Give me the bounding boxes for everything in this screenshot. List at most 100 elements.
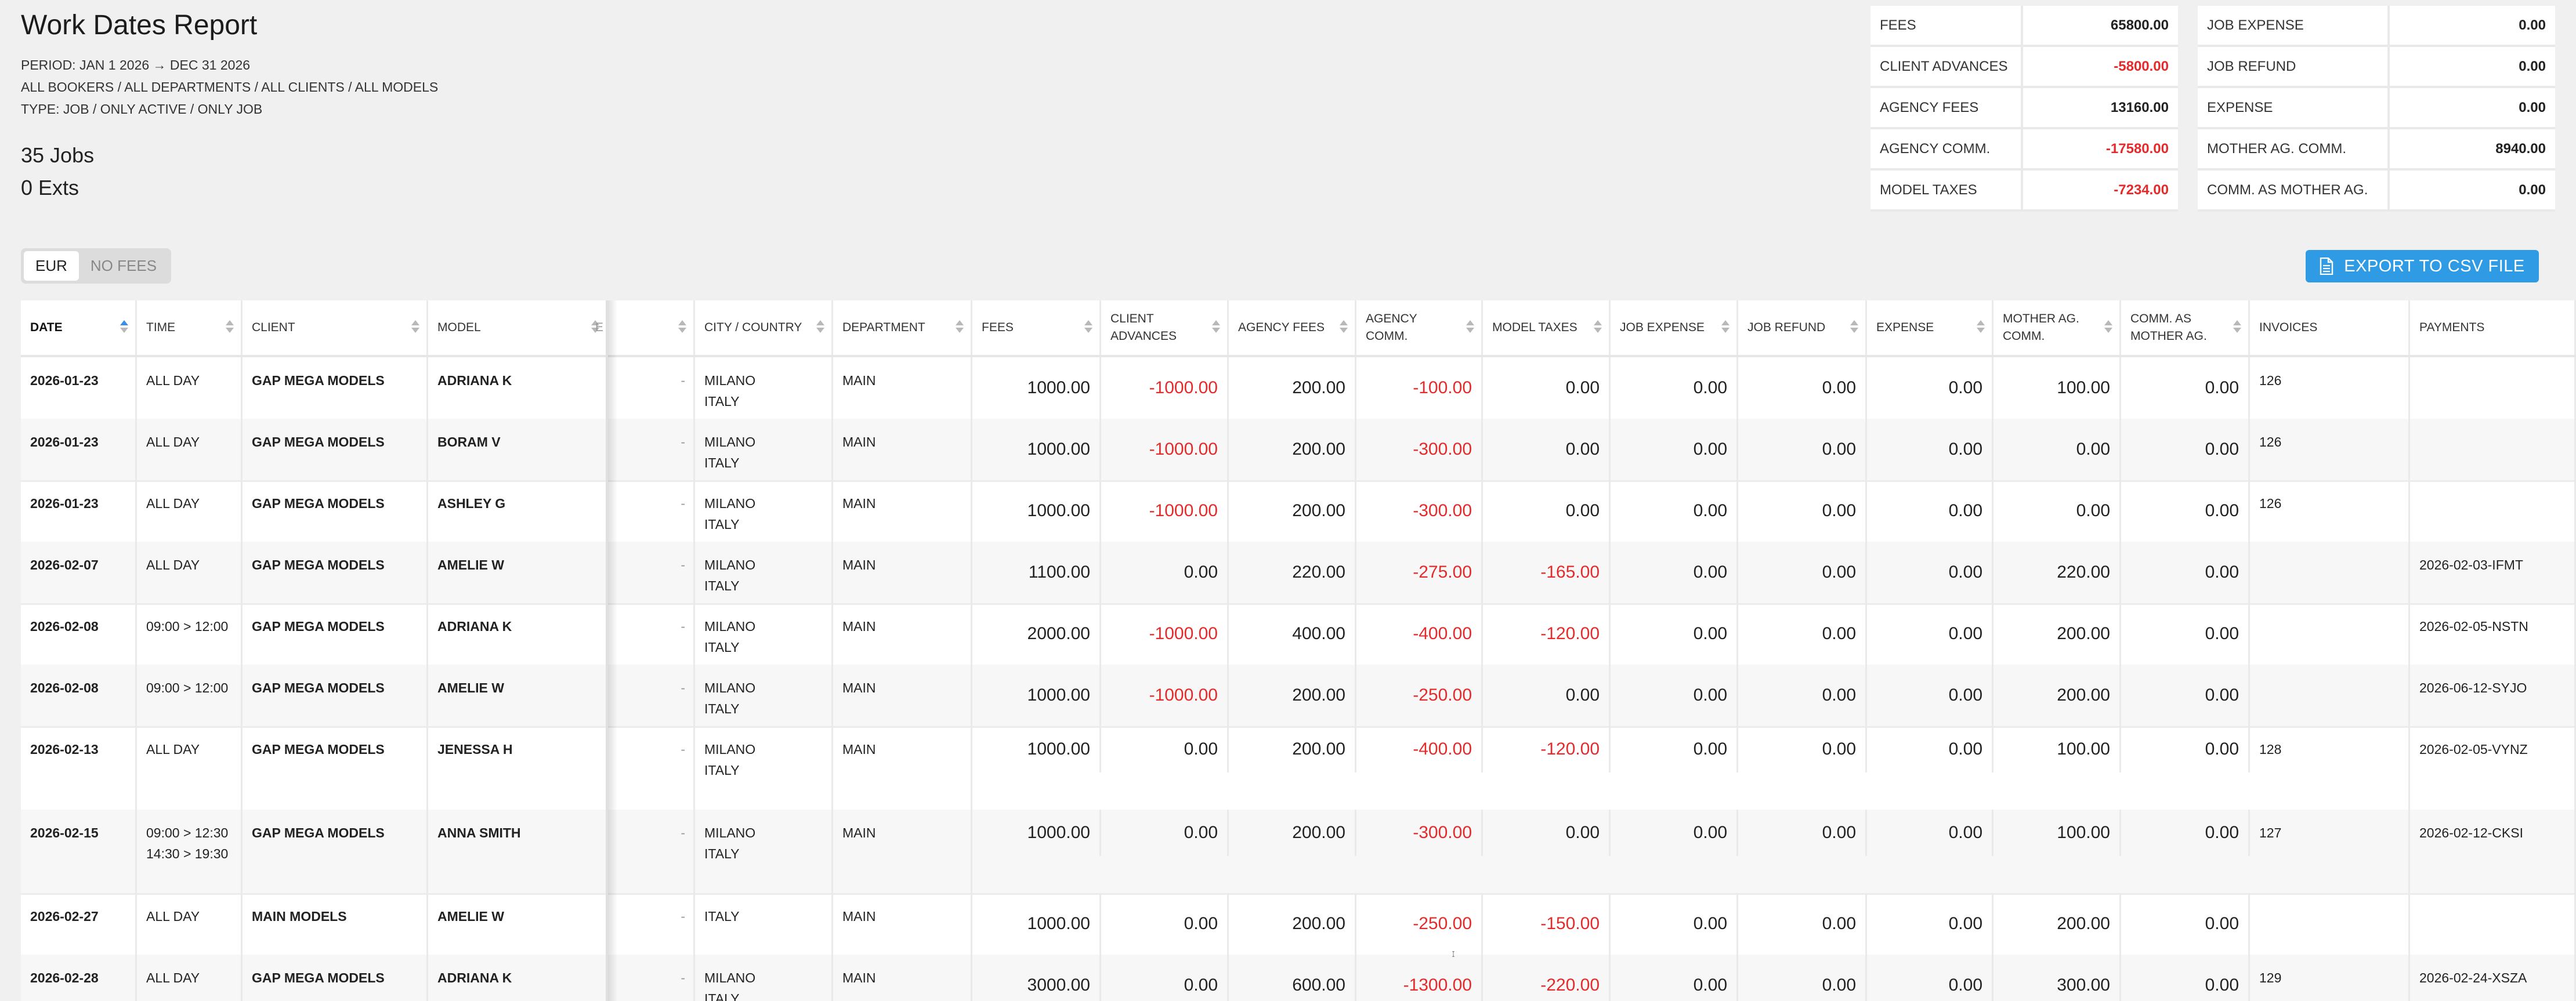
sort-arrows-icon[interactable]	[1850, 320, 1858, 335]
cell-comm-mother: 0.00	[2121, 893, 2250, 955]
cell-agency-comm: -300.00	[1356, 480, 1483, 542]
table-row[interactable]: 2026-02-27 ALL DAY MAIN MODELS AMELIE W - ITA…	[21, 893, 2576, 956]
column-header-department[interactable]: DEPARTMENT	[833, 300, 972, 355]
cell-comm-mother: 0.00	[2121, 419, 2250, 480]
summary-label: CLIENT ADVANCES	[1871, 46, 2024, 88]
sort-arrows-icon[interactable]	[816, 320, 824, 335]
report-filters: ALL BOOKERS / ALL DEPARTMENTS / ALL CLIE…	[21, 79, 439, 95]
table-row[interactable]: 2026-01-23 ALL DAY GAP MEGA MODELS BORAM V -…	[21, 419, 2576, 482]
cell-agency-comm: -1300.00	[1356, 955, 1483, 1001]
sort-arrows-icon[interactable]	[1721, 320, 1730, 335]
summary-value: 0.00	[2389, 169, 2555, 212]
column-header-label: MODEL TAXES	[1492, 321, 1578, 334]
mother_comm-value: 200.00	[2057, 686, 2110, 705]
summary-row: CLIENT ADVANCES -5800.00	[1871, 46, 2178, 88]
cell-mother-comm: 200.00	[1993, 665, 2121, 726]
cell-invoices: 126	[2250, 480, 2410, 542]
table-row[interactable]: 2026-02-07 ALL DAY GAP MEGA MODELS AMELIE W…	[21, 542, 2576, 605]
city-line: MILANO	[704, 373, 756, 388]
column-header-date[interactable]: DATE	[21, 300, 137, 355]
column-header-agency-comm[interactable]: AGENCY COMM.	[1356, 300, 1483, 355]
column-header-invoices[interactable]: INVOICES	[2250, 300, 2410, 355]
table-row[interactable]: 2026-02-08 09:00 > 12:00 GAP MEGA MODELS AD…	[21, 603, 2576, 666]
cell-client-adv: 0.00	[1101, 726, 1229, 772]
summary-value: 13160.00	[2022, 87, 2178, 129]
sort-arrows-icon[interactable]	[1594, 320, 1602, 335]
table-row[interactable]: 2026-01-23 ALL DAY GAP MEGA MODELS ASHLEY G…	[21, 480, 2576, 543]
cell-fees: 1000.00	[972, 480, 1101, 542]
table-row[interactable]: 2026-02-28 ALL DAY GAP MEGA MODELS ADRIANA …	[21, 955, 2576, 1001]
model-value: ADRIANA K	[437, 619, 512, 634]
date-value: 2026-02-13	[30, 742, 99, 757]
cell-client-adv: 0.00	[1101, 810, 1229, 856]
currency-toggle: EUR NO FEES	[21, 248, 172, 284]
cell-comm-mother: 0.00	[2121, 480, 2250, 542]
sort-arrows-icon[interactable]	[1212, 320, 1220, 335]
sort-arrows-icon[interactable]	[2233, 320, 2241, 335]
city-line: ITALY	[704, 846, 740, 861]
date-value: 2026-02-27	[30, 909, 99, 924]
column-header-city[interactable]: CITY / COUNTRY	[695, 300, 833, 355]
cell-agency-comm: -275.00	[1356, 542, 1483, 603]
job_expense-value: 0.00	[1693, 501, 1727, 520]
cell-agency-comm: -400.00	[1356, 726, 1483, 772]
client-value: GAP MEGA MODELS	[252, 825, 385, 840]
job_refund-value: 0.00	[1822, 914, 1856, 933]
hidden-value: -	[681, 373, 685, 388]
cell-date: 2026-01-23	[21, 480, 137, 542]
export-csv-button[interactable]: EXPORT TO CSV FILE	[2306, 250, 2539, 282]
cell-invoices: 127	[2250, 810, 2410, 893]
column-header-fees[interactable]: FEES	[972, 300, 1101, 355]
fees-value: 1000.00	[1027, 739, 1090, 759]
cell-mother-comm: 0.00	[1993, 480, 2121, 542]
agency_comm-value: -100.00	[1413, 378, 1472, 397]
sort-arrows-icon[interactable]	[1466, 320, 1474, 335]
column-header-agency-fees[interactable]: AGENCY FEES	[1229, 300, 1356, 355]
column-header-client[interactable]: CLIENT	[243, 300, 428, 355]
column-header-label: CITY / COUNTRY	[704, 321, 802, 334]
cell-department: MAIN	[833, 357, 972, 419]
sort-arrows-icon[interactable]	[1340, 320, 1348, 335]
time-line: 09:00 > 12:30	[146, 825, 229, 840]
column-header-model[interactable]: MODEL	[428, 300, 608, 355]
department-value: MAIN	[842, 434, 876, 449]
cell-department: MAIN	[833, 542, 972, 603]
time-line: ALL DAY	[146, 970, 200, 985]
column-header-job-refund[interactable]: JOB REFUND	[1738, 300, 1867, 355]
cell-model-taxes: 0.00	[1483, 480, 1611, 542]
fees-value: 1000.00	[1027, 378, 1090, 397]
sort-arrows-icon[interactable]	[120, 320, 128, 335]
table-row[interactable]: 2026-02-15 09:00 > 12:30 14:30 > 19:30 GAP …	[21, 810, 2576, 895]
toggle-no-fees[interactable]: NO FEES	[79, 251, 168, 281]
column-header-client-adv[interactable]: CLIENT ADVANCES	[1101, 300, 1229, 355]
table-row[interactable]: 2026-02-08 09:00 > 12:00 GAP MEGA MODELS AM…	[21, 665, 2576, 728]
column-header-comm-mother[interactable]: COMM. AS MOTHER AG.	[2121, 300, 2250, 355]
cell-city: MILANO ITALY	[695, 665, 833, 726]
cell-time: 09:00 > 12:30 14:30 > 19:30	[137, 810, 243, 893]
sort-arrows-icon[interactable]	[226, 320, 234, 335]
sort-arrows-icon[interactable]	[678, 320, 686, 335]
agency_fees-value: 200.00	[1292, 501, 1345, 520]
sort-arrows-icon[interactable]	[2104, 320, 2112, 335]
column-header-mother-comm[interactable]: MOTHER AG. COMM.	[1993, 300, 2121, 355]
table-row[interactable]: 2026-01-23 ALL DAY GAP MEGA MODELS ADRIANA …	[21, 357, 2576, 420]
sort-arrows-icon[interactable]	[956, 320, 964, 335]
column-header-time[interactable]: TIME	[137, 300, 243, 355]
cell-payments	[2410, 419, 2576, 480]
sort-arrows-icon[interactable]	[1977, 320, 1985, 335]
toggle-eur[interactable]: EUR	[24, 251, 79, 281]
column-header-model-taxes[interactable]: MODEL TAXES	[1483, 300, 1611, 355]
sort-arrows-icon[interactable]	[1084, 320, 1092, 335]
client_adv-value: -1000.00	[1149, 624, 1218, 643]
mother_comm-value: 100.00	[2057, 739, 2110, 759]
column-header-expense[interactable]: EXPENSE	[1867, 300, 1993, 355]
cell-client: GAP MEGA MODELS	[243, 419, 428, 480]
sort-arrows-icon[interactable]	[411, 320, 419, 335]
payments-value: 2026-02-24-XSZA	[2419, 970, 2527, 985]
column-header-job-expense[interactable]: JOB EXPENSE	[1611, 300, 1738, 355]
date-value: 2026-02-08	[30, 619, 99, 634]
comm_mother-value: 0.00	[2205, 440, 2239, 459]
column-header-payments[interactable]: PAYMENTS	[2410, 300, 2576, 355]
table-row[interactable]: 2026-02-13 ALL DAY GAP MEGA MODELS JENESSA …	[21, 726, 2576, 811]
cell-date: 2026-02-08	[21, 665, 137, 726]
